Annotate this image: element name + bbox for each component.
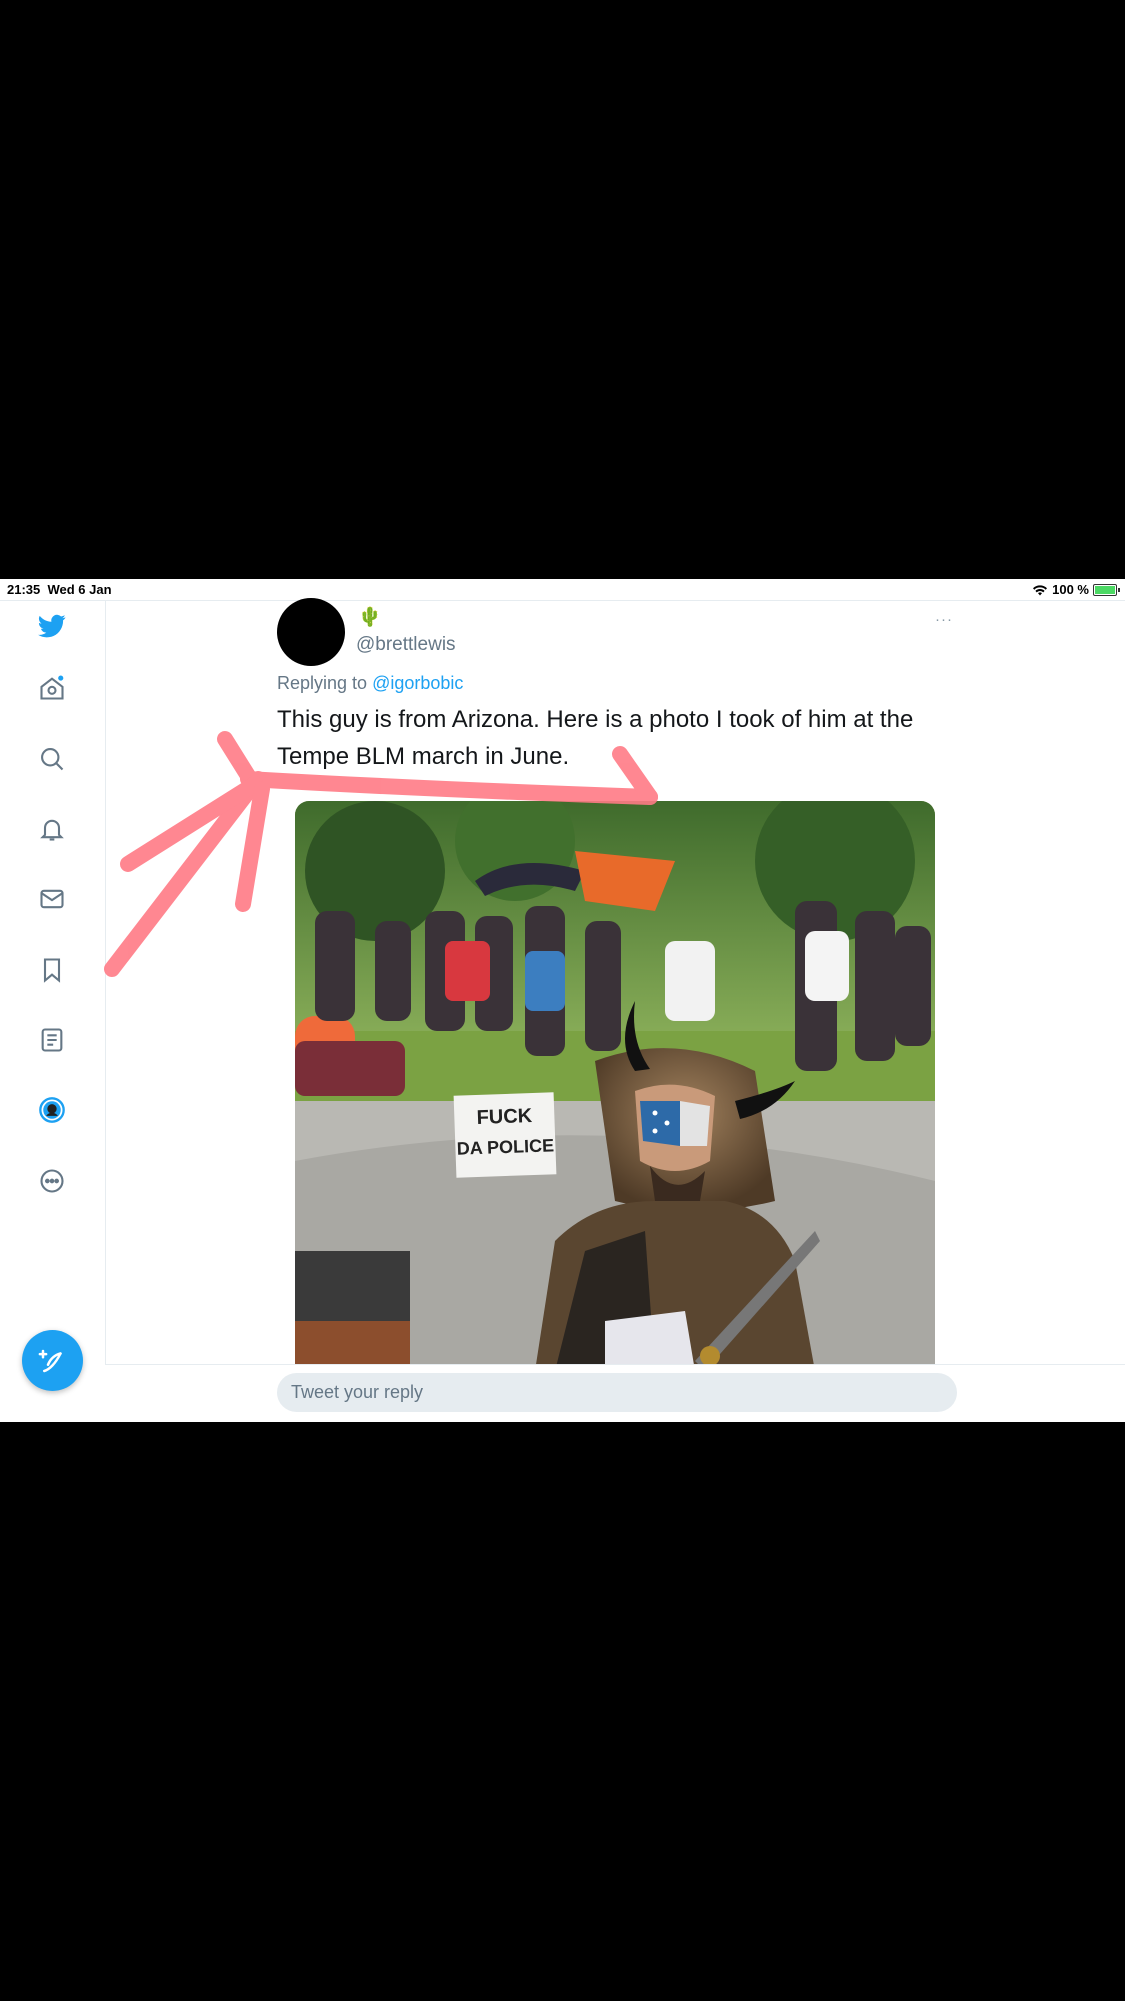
replying-prefix: Replying to (277, 673, 368, 693)
tweet-more-button[interactable]: ··· (935, 611, 953, 628)
svg-text:FUCK: FUCK (476, 1105, 533, 1129)
cactus-emoji: 🌵 (358, 607, 382, 628)
bell-icon[interactable] (26, 803, 78, 855)
profile-avatar-icon[interactable] (26, 1084, 78, 1136)
svg-text:DA POLICE: DA POLICE (456, 1135, 554, 1158)
status-indicators: 100 % (1032, 582, 1120, 597)
battery-icon (1093, 583, 1120, 596)
bookmark-icon[interactable] (26, 944, 78, 996)
home-icon[interactable] (26, 662, 78, 714)
tweet-reply-input[interactable] (277, 1373, 957, 1412)
twitter-logo-icon[interactable] (26, 600, 78, 652)
app-screen: 21:35 Wed 6 Jan 100 % 🌵 @brettlewis ··· … (0, 579, 1125, 1422)
tweet-photo[interactable]: FUCK DA POLICE (295, 801, 935, 1371)
more-icon[interactable] (26, 1155, 78, 1207)
replying-to: Replying to @igorbobic (277, 673, 463, 694)
tweet-text: This guy is from Arizona. Here is a phot… (277, 706, 914, 770)
protest-sign: FUCK DA POLICE (453, 1092, 557, 1178)
status-bar: 21:35 Wed 6 Jan 100 % (0, 579, 1125, 601)
author-handle[interactable]: @brettlewis (356, 634, 456, 656)
status-time-date: 21:35 Wed 6 Jan (7, 582, 112, 597)
reply-bar (105, 1364, 1125, 1422)
mail-icon[interactable] (26, 873, 78, 925)
wifi-icon (1033, 584, 1048, 595)
author-avatar[interactable] (277, 598, 345, 666)
replying-to-link[interactable]: @igorbobic (372, 673, 463, 693)
sidebar-nav (0, 600, 106, 1422)
list-icon[interactable] (26, 1014, 78, 1066)
compose-tweet-icon[interactable] (22, 1330, 83, 1391)
search-icon[interactable] (26, 733, 78, 785)
battery-percent: 100 % (1052, 582, 1089, 597)
photo-scene: FUCK DA POLICE (295, 801, 935, 1371)
